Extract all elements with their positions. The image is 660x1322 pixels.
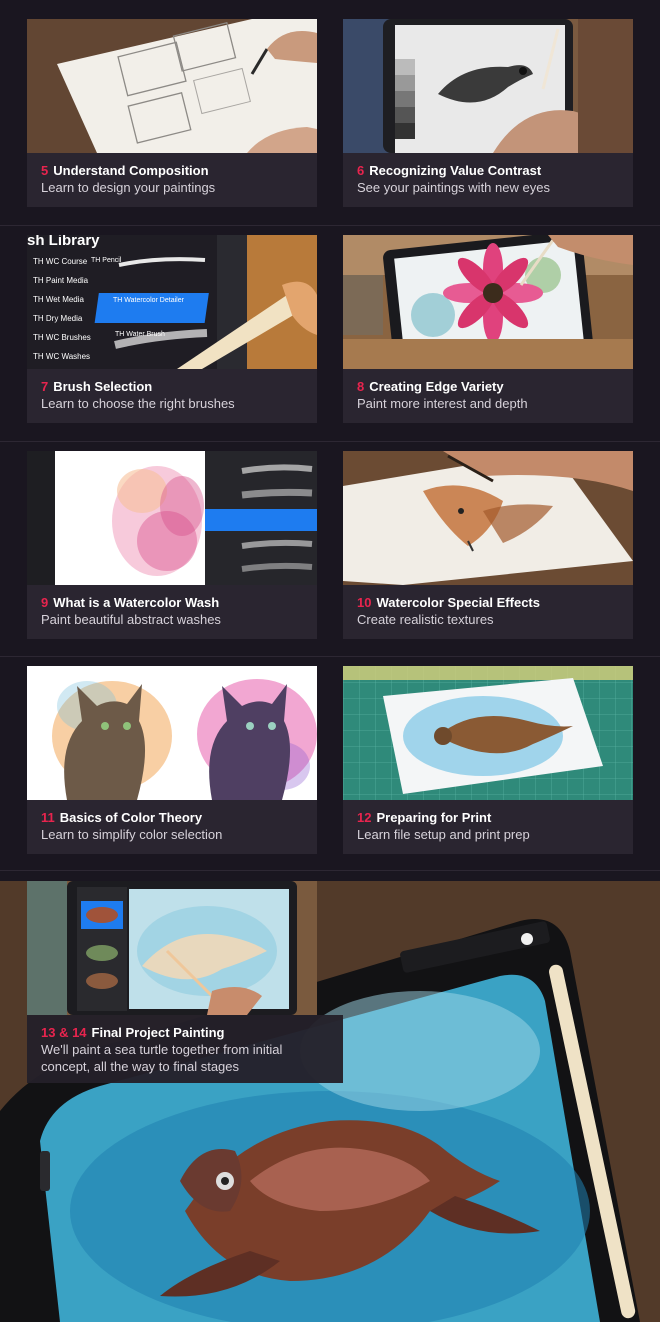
lesson-subtitle: Paint more interest and depth — [357, 396, 528, 411]
lesson-title-text: Basics of Color Theory — [59, 810, 203, 825]
brush-category-item: TH Dry Media — [33, 314, 83, 323]
lesson-title-text: Preparing for Print — [376, 810, 492, 825]
lesson-card-12[interactable]: 12 Preparing for Print Learn file setup a… — [343, 666, 633, 854]
composition-sketch-thumbnail — [27, 19, 317, 153]
lesson-card-6[interactable]: 6 Recognizing Value Contrast See your pai… — [343, 19, 633, 207]
lesson-title-text: Recognizing Value Contrast — [369, 163, 542, 178]
lesson-number: 6 — [357, 163, 365, 178]
lesson-number: 12 — [357, 810, 372, 825]
lesson-number: 13 & 14 — [41, 1025, 87, 1040]
lesson-title: 13 & 14 Final Project Painting — [41, 1024, 329, 1041]
print-prep-thumbnail — [343, 666, 633, 800]
lesson-number: 7 — [41, 379, 49, 394]
brush-library-thumbnail: sh Library TH WC Course TH Paint Media T… — [27, 235, 317, 369]
lesson-card-10[interactable]: 10 Watercolor Special Effects Create real… — [343, 451, 633, 639]
brush-category-item: TH Paint Media — [33, 276, 89, 285]
row-divider — [0, 656, 660, 657]
final-project-caption: 13 & 14 Final Project Painting We'll pain… — [27, 1015, 343, 1083]
lesson-card-11[interactable]: 11 Basics of Color Theory Learn to simpli… — [27, 666, 317, 854]
lesson-caption: 11 Basics of Color Theory Learn to simpli… — [27, 800, 317, 854]
brush-library-header: sh Library — [27, 235, 100, 249]
lesson-subtitle: Create realistic textures — [357, 612, 494, 627]
brush-name: TH Pencil — [91, 257, 122, 264]
lesson-caption: 6 Recognizing Value Contrast See your pai… — [343, 153, 633, 207]
lesson-title-text: Watercolor Special Effects — [376, 595, 540, 610]
lesson-title: 7 Brush Selection — [41, 378, 317, 395]
lesson-caption: 7 Brush Selection Learn to choose the rig… — [27, 369, 317, 423]
lesson-title: 5 Understand Composition — [41, 162, 317, 179]
lesson-title: 6 Recognizing Value Contrast — [357, 162, 633, 179]
lesson-title-text: Creating Edge Variety — [369, 379, 504, 394]
lesson-card-8[interactable]: 8 Creating Edge Variety Paint more intere… — [343, 235, 633, 423]
color-theory-cats-thumbnail — [27, 666, 317, 800]
value-contrast-thumbnail — [343, 19, 633, 153]
lesson-subtitle: Learn to design your paintings — [41, 180, 216, 195]
brush-name-selected: TH Watercolor Detailer — [113, 297, 184, 304]
row-divider — [0, 870, 660, 871]
lesson-subtitle: Learn to simplify color selection — [41, 827, 223, 842]
brush-name: TH Water Brush — [115, 331, 165, 338]
lesson-subtitle: See your paintings with new eyes — [357, 180, 550, 195]
lesson-number: 5 — [41, 163, 49, 178]
row-divider — [0, 441, 660, 442]
brush-category-item: TH Wet Media — [33, 295, 84, 304]
lesson-caption: 10 Watercolor Special Effects Create real… — [343, 585, 633, 639]
final-project-thumbnail — [27, 881, 317, 1015]
lesson-title: 10 Watercolor Special Effects — [357, 594, 633, 611]
lesson-title-text: Brush Selection — [53, 379, 153, 394]
lesson-card-7[interactable]: sh Library TH WC Course TH Paint Media T… — [27, 235, 317, 423]
lesson-number: 10 — [357, 595, 372, 610]
lesson-title: 11 Basics of Color Theory — [41, 809, 317, 826]
lesson-caption: 8 Creating Edge Variety Paint more intere… — [343, 369, 633, 423]
lesson-subtitle: Learn to choose the right brushes — [41, 396, 235, 411]
lesson-caption: 12 Preparing for Print Learn file setup a… — [343, 800, 633, 854]
fox-special-effects-thumbnail — [343, 451, 633, 585]
lesson-subtitle: We'll paint a sea turtle together from i… — [41, 1042, 283, 1074]
watercolor-wash-thumbnail — [27, 451, 317, 585]
brush-category-item: TH WC Brushes — [33, 333, 91, 342]
edge-variety-thumbnail — [343, 235, 633, 369]
lesson-number: 8 — [357, 379, 365, 394]
lesson-title-text: What is a Watercolor Wash — [53, 595, 220, 610]
lesson-card-5[interactable]: 5 Understand Composition Learn to design … — [27, 19, 317, 207]
lesson-subtitle: Paint beautiful abstract washes — [41, 612, 221, 627]
lesson-title: 12 Preparing for Print — [357, 809, 633, 826]
lesson-title-text: Understand Composition — [53, 163, 209, 178]
lesson-card-9[interactable]: 9 What is a Watercolor Wash Paint beautif… — [27, 451, 317, 639]
lesson-title-text: Final Project Painting — [91, 1025, 225, 1040]
brush-category-list: TH WC Course TH Paint Media TH Wet Media… — [33, 257, 103, 361]
brush-category-item: TH WC Washes — [33, 352, 91, 361]
lesson-caption: 9 What is a Watercolor Wash Paint beautif… — [27, 585, 317, 639]
lesson-number: 9 — [41, 595, 49, 610]
row-divider — [0, 225, 660, 226]
final-project-card[interactable]: 13 & 14 Final Project Painting We'll pain… — [27, 881, 343, 1083]
lesson-title: 8 Creating Edge Variety — [357, 378, 633, 395]
lesson-number: 11 — [41, 810, 55, 825]
lesson-title: 9 What is a Watercolor Wash — [41, 594, 317, 611]
lesson-subtitle: Learn file setup and print prep — [357, 827, 530, 842]
lesson-caption: 5 Understand Composition Learn to design … — [27, 153, 317, 207]
